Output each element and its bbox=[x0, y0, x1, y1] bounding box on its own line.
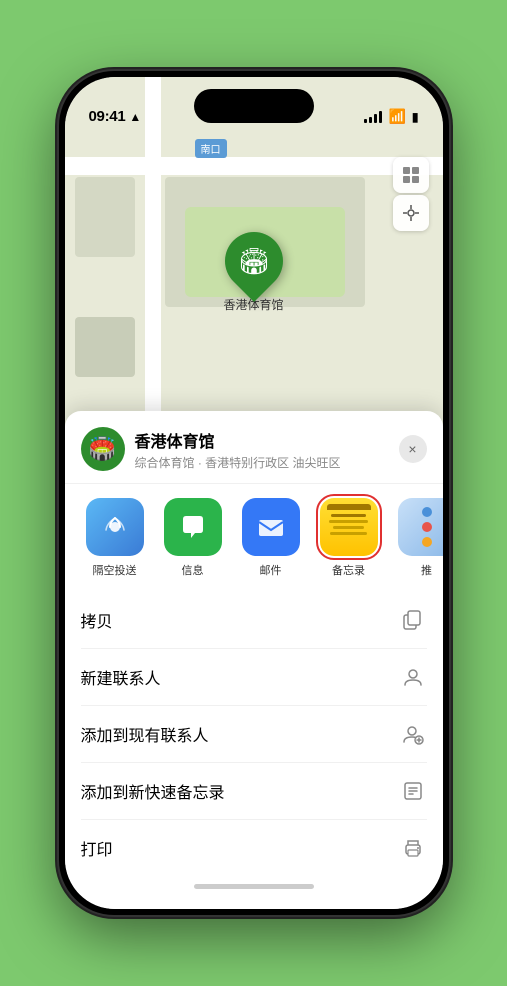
close-button[interactable]: × bbox=[399, 435, 427, 463]
print-icon bbox=[399, 834, 427, 862]
add-existing-label: 添加到现有联系人 bbox=[81, 722, 209, 746]
map-entrance-label: 南口 bbox=[195, 139, 227, 158]
new-contact-label: 新建联系人 bbox=[81, 665, 161, 689]
mail-label: 邮件 bbox=[260, 562, 282, 578]
print-label: 打印 bbox=[81, 836, 113, 860]
airdrop-icon bbox=[86, 498, 144, 556]
notes-label: 备忘录 bbox=[332, 562, 365, 578]
add-existing-icon bbox=[399, 720, 427, 748]
venue-name: 香港体育馆 bbox=[135, 428, 399, 452]
action-list: 拷贝 新建联系人 bbox=[65, 592, 443, 876]
map-type-button[interactable] bbox=[393, 157, 429, 193]
wifi-icon: 📶 bbox=[388, 108, 405, 125]
map-block-left bbox=[75, 177, 135, 257]
status-icons: 📶 ▮ bbox=[364, 108, 418, 125]
home-indicator-area bbox=[65, 876, 443, 889]
share-item-messages[interactable]: 信息 bbox=[159, 498, 227, 578]
action-add-existing[interactable]: 添加到现有联系人 bbox=[81, 706, 427, 763]
signal-bars bbox=[364, 111, 382, 123]
venue-pin-icon: 🏟 bbox=[237, 246, 270, 277]
location-pin: 🏟 香港体育馆 bbox=[223, 232, 283, 313]
bottom-sheet: 🏟️ 香港体育馆 综合体育馆 · 香港特别行政区 油尖旺区 × bbox=[65, 411, 443, 909]
venue-info: 香港体育馆 综合体育馆 · 香港特别行政区 油尖旺区 bbox=[135, 428, 399, 471]
share-row: 隔空投送 信息 bbox=[65, 484, 443, 592]
more-label: 推 bbox=[421, 562, 432, 578]
new-contact-icon bbox=[399, 663, 427, 691]
notes-icon bbox=[320, 498, 378, 556]
venue-icon: 🏟️ bbox=[81, 427, 125, 471]
map-controls bbox=[393, 157, 429, 231]
battery-icon: ▮ bbox=[412, 110, 419, 124]
location-button[interactable] bbox=[393, 195, 429, 231]
map-block-bottom bbox=[75, 317, 135, 377]
pin-icon: 🏟 bbox=[212, 220, 294, 302]
map-road-h bbox=[65, 157, 443, 175]
share-item-notes[interactable]: 备忘录 bbox=[315, 498, 383, 578]
dynamic-island bbox=[194, 89, 314, 123]
signal-bar-3 bbox=[374, 114, 377, 123]
home-indicator bbox=[194, 884, 314, 889]
phone-frame: 09:41 ▲ 📶 ▮ 南口 bbox=[59, 71, 449, 915]
location-icon: ▲ bbox=[129, 110, 141, 124]
messages-label: 信息 bbox=[182, 562, 204, 578]
signal-bar-2 bbox=[369, 117, 372, 123]
mail-icon bbox=[242, 498, 300, 556]
action-copy[interactable]: 拷贝 bbox=[81, 592, 427, 649]
share-item-mail[interactable]: 邮件 bbox=[237, 498, 305, 578]
airdrop-label: 隔空投送 bbox=[93, 562, 137, 578]
add-note-label: 添加到新快速备忘录 bbox=[81, 779, 225, 803]
action-print[interactable]: 打印 bbox=[81, 820, 427, 876]
action-new-contact[interactable]: 新建联系人 bbox=[81, 649, 427, 706]
status-time: 09:41 bbox=[89, 108, 126, 125]
sheet-header: 🏟️ 香港体育馆 综合体育馆 · 香港特别行政区 油尖旺区 × bbox=[65, 411, 443, 484]
copy-label: 拷贝 bbox=[81, 608, 113, 632]
more-dots-icon bbox=[422, 507, 432, 547]
venue-emoji: 🏟️ bbox=[89, 436, 116, 462]
add-note-icon bbox=[399, 777, 427, 805]
phone-screen: 09:41 ▲ 📶 ▮ 南口 bbox=[65, 77, 443, 909]
messages-icon bbox=[164, 498, 222, 556]
copy-icon bbox=[399, 606, 427, 634]
venue-description: 综合体育馆 · 香港特别行政区 油尖旺区 bbox=[135, 454, 399, 471]
action-add-note[interactable]: 添加到新快速备忘录 bbox=[81, 763, 427, 820]
signal-bar-4 bbox=[379, 111, 382, 123]
more-icon bbox=[398, 498, 443, 556]
signal-bar-1 bbox=[364, 119, 367, 123]
share-item-more[interactable]: 推 bbox=[393, 498, 443, 578]
close-icon: × bbox=[408, 441, 416, 457]
share-item-airdrop[interactable]: 隔空投送 bbox=[81, 498, 149, 578]
